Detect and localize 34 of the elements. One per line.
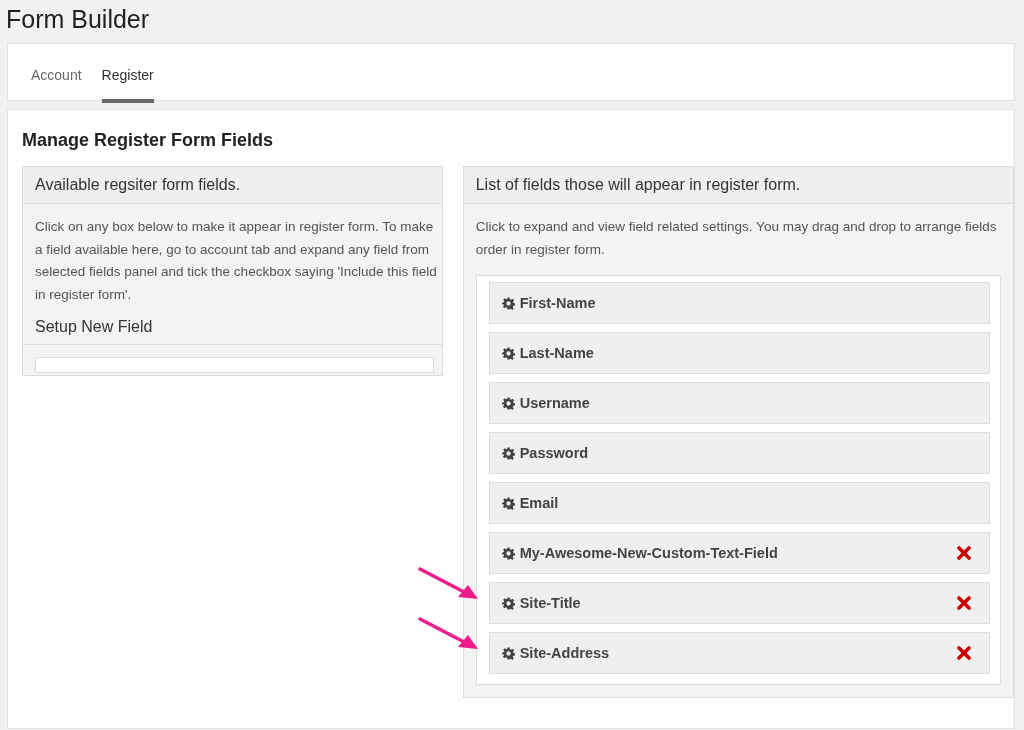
field-item[interactable]: Username: [488, 382, 990, 424]
section-heading: Manage Register Form Fields: [22, 130, 275, 151]
field-item[interactable]: My-Awesome-New-Custom-Text-Field: [488, 532, 990, 574]
tab[interactable]: Account: [31, 44, 82, 103]
field-label: Email: [519, 495, 560, 511]
remove-icon[interactable]: [957, 596, 971, 610]
gear-icon: [501, 396, 515, 410]
field-label: First-Name: [519, 295, 597, 311]
field-label: Password: [519, 445, 590, 461]
gear-icon: [501, 346, 515, 360]
gear-icon: [501, 646, 515, 660]
field-item[interactable]: Email: [488, 482, 990, 524]
field-label: Username: [519, 395, 591, 411]
field-item[interactable]: Password: [488, 432, 990, 474]
tab[interactable]: Register: [101, 44, 154, 103]
field-label: Last-Name: [519, 345, 595, 361]
gear-icon: [501, 446, 515, 460]
remove-icon[interactable]: [957, 646, 971, 660]
gear-icon: [501, 596, 515, 610]
panel-title: List of fields those will appear in register form.: [475, 176, 801, 193]
gear-icon: [501, 496, 515, 510]
gear-icon: [501, 296, 515, 310]
remove-icon[interactable]: [957, 546, 971, 560]
field-label: Site-Title: [519, 595, 582, 611]
setup-subheading: Setup New Field: [23, 316, 442, 345]
field-item[interactable]: First-Name: [488, 282, 990, 324]
field-label: My-Awesome-New-Custom-Text-Field: [519, 545, 779, 561]
panel-title: Available regsiter form fields.: [35, 176, 241, 193]
page-title: Form Builder: [6, 4, 151, 35]
gear-icon: [501, 546, 515, 560]
panel-description: Click on any box below to make it appear in register form. To make a field available here, go to account tab and expand any field from selected fields panel and tick the checkbox saying 'Include this field in register form'.: [34, 218, 438, 304]
field-item[interactable]: Last-Name: [488, 332, 990, 374]
panel-description: Click to expand and view field related settings. You may drag and drop to arrange fields order in register form.: [474, 218, 998, 259]
field-label: Site-Address: [519, 645, 611, 661]
